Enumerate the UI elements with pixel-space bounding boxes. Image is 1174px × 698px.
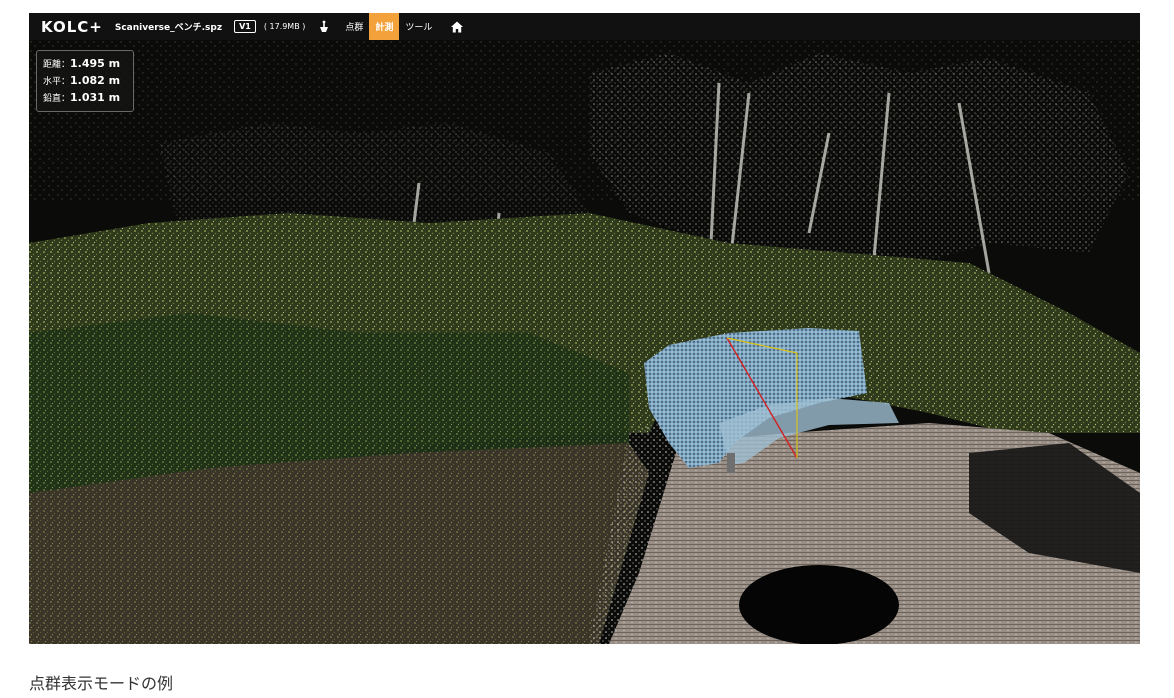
menu-tools[interactable]: ツール: [399, 13, 438, 40]
distance-row: 距離：1.495 m: [43, 57, 120, 70]
point-cloud-scene[interactable]: [29, 13, 1140, 644]
home-icon[interactable]: [450, 20, 464, 34]
viewer-toolbar: KOLC+ Scaniverse_ベンチ.spz V1 ( 17.9MB ) 点…: [29, 13, 1140, 40]
horizontal-value: 1.082 m: [70, 74, 121, 87]
version-badge: V1: [234, 20, 256, 33]
layers-icon[interactable]: [317, 20, 331, 34]
distance-label: 距離：: [43, 60, 71, 70]
menu-point-cloud[interactable]: 点群: [339, 13, 369, 40]
point-cloud-viewer[interactable]: KOLC+ Scaniverse_ベンチ.spz V1 ( 17.9MB ) 点…: [29, 13, 1140, 644]
figure-caption: 点群表示モードの例: [29, 674, 174, 693]
vertical-row: 鉛直：1.031 m: [43, 91, 120, 104]
file-name: Scaniverse_ベンチ.spz: [114, 23, 223, 33]
vertical-value: 1.031 m: [70, 91, 121, 104]
app-logo: KOLC+: [41, 17, 103, 36]
horizontal-row: 水平：1.082 m: [43, 74, 120, 87]
horizontal-label: 水平：: [43, 77, 71, 87]
measurement-panel: 距離：1.495 m 水平：1.082 m 鉛直：1.031 m: [36, 50, 134, 112]
distance-value: 1.495 m: [70, 57, 121, 70]
menu-measure[interactable]: 計測: [369, 13, 400, 40]
vertical-label: 鉛直：: [43, 94, 71, 104]
file-size: ( 17.9MB ): [263, 22, 306, 31]
